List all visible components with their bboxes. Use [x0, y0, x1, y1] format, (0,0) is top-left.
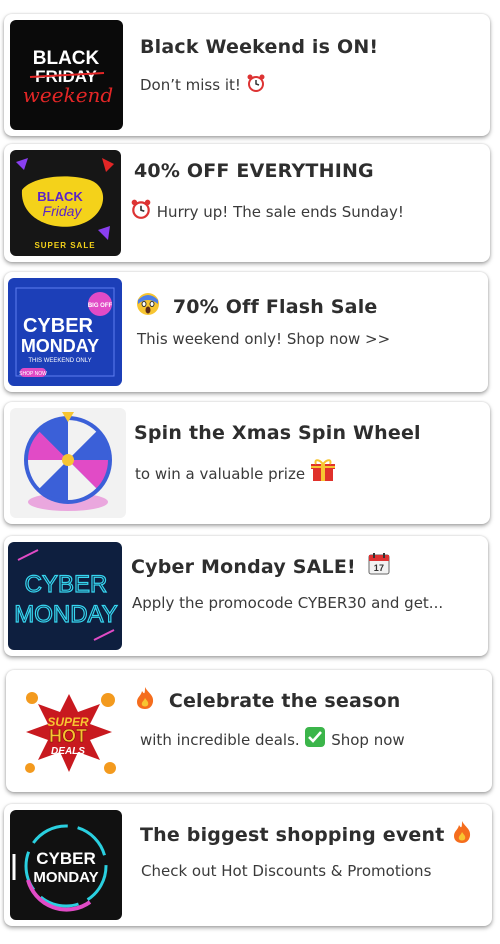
notification-card-4[interactable]: Spin the Xmas Spin Wheel to win a valuab… [4, 402, 490, 524]
notification-body: This weekend only! Shop now >> [137, 330, 391, 348]
svg-text:HOT: HOT [49, 726, 87, 746]
svg-text:BIG OFF: BIG OFF [88, 303, 113, 309]
cyber-monday-circle-thumbnail: CYBER MONDAY [10, 810, 122, 920]
svg-text:CYBER: CYBER [25, 571, 108, 598]
notification-body: with incredible deals. Shop now [140, 726, 405, 752]
notification-title: Cyber Monday SALE! 17 [131, 552, 391, 581]
gift-icon [310, 458, 336, 486]
svg-text:MONDAY: MONDAY [14, 601, 118, 628]
svg-text:DEALS: DEALS [51, 746, 85, 757]
svg-text:SUPER SALE: SUPER SALE [34, 241, 95, 250]
svg-text:CYBER: CYBER [36, 849, 96, 868]
super-hot-deals-thumbnail: SUPER HOT DEALS [10, 676, 128, 786]
notification-title: Black Weekend is ON! [140, 36, 379, 58]
notification-body: Don’t miss it! [140, 73, 266, 97]
black-weekend-thumbnail: BLACK FRIDAY weekend [10, 20, 123, 130]
notification-title: Celebrate the season [134, 686, 400, 715]
check-mark-icon [304, 726, 326, 752]
calendar-icon: 17 [367, 552, 391, 581]
svg-text:SHOP NOW: SHOP NOW [19, 371, 47, 377]
fire-icon [134, 686, 156, 715]
svg-text:Friday: Friday [43, 203, 83, 219]
alarm-clock-icon [246, 73, 266, 97]
notification-title: Spin the Xmas Spin Wheel [134, 422, 421, 444]
svg-text:BLACK: BLACK [37, 189, 83, 204]
svg-text:THIS WEEKEND ONLY: THIS WEEKEND ONLY [28, 358, 91, 364]
alarm-clock-icon [130, 198, 152, 224]
svg-text:BLACK: BLACK [33, 48, 100, 69]
notification-card-6[interactable]: SUPER HOT DEALS Celebrate the season wit… [6, 670, 492, 792]
notification-title: 70% Off Flash Sale [136, 292, 378, 321]
fire-icon [451, 820, 473, 849]
notification-title: The biggest shopping event [140, 820, 473, 849]
notification-body: Apply the promocode CYBER30 and get... [132, 594, 444, 612]
notification-card-3[interactable]: BIG OFF CYBER MONDAY THIS WEEKEND ONLY S… [4, 272, 488, 392]
svg-text:weekend: weekend [23, 83, 113, 107]
cyber-monday-thumbnail: BIG OFF CYBER MONDAY THIS WEEKEND ONLY S… [8, 278, 122, 386]
svg-text:CYBER: CYBER [23, 315, 94, 337]
notification-body: Hurry up! The sale ends Sunday! [130, 198, 404, 224]
svg-text:17: 17 [373, 563, 383, 573]
svg-text:MONDAY: MONDAY [33, 869, 98, 886]
notification-card-7[interactable]: CYBER MONDAY The biggest shopping event … [4, 804, 492, 926]
notification-card-5[interactable]: CYBER MONDAY Cyber Monday SALE! 17 Apply… [4, 536, 488, 656]
notification-card-1[interactable]: BLACK FRIDAY weekend Black Weekend is ON… [4, 14, 490, 136]
svg-text:MONDAY: MONDAY [21, 336, 99, 356]
notification-card-2[interactable]: BLACK Friday SUPER SALE 40% OFF EVERYTHI… [4, 144, 490, 262]
notification-body: to win a valuable prize [135, 458, 336, 486]
spin-wheel-thumbnail [10, 408, 126, 518]
screaming-face-icon [136, 292, 160, 321]
notification-title: 40% OFF EVERYTHING [134, 160, 374, 182]
cyber-monday-neon-thumbnail: CYBER MONDAY [8, 542, 122, 650]
black-friday-thumbnail: BLACK Friday SUPER SALE [10, 150, 121, 256]
notification-body: Check out Hot Discounts & Promotions [141, 862, 432, 880]
